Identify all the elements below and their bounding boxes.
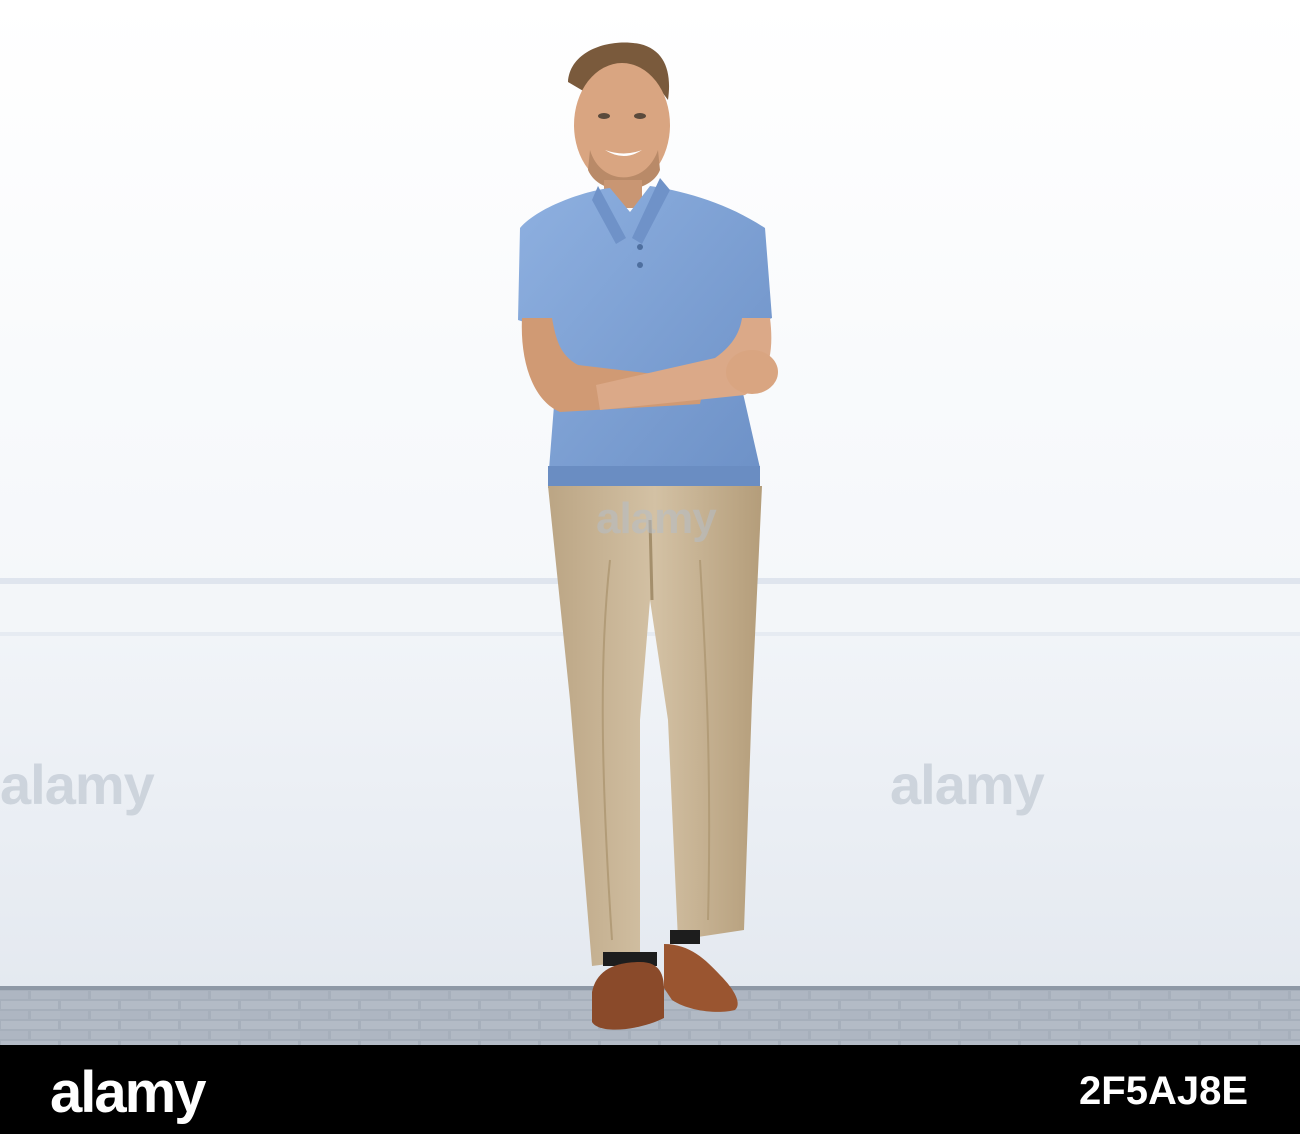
watermark-right: alamy bbox=[890, 753, 1045, 816]
watermark-center: alamy bbox=[596, 494, 717, 543]
image-id: 2F5AJ8E bbox=[1079, 1069, 1248, 1113]
footer-bar: alamy 2F5AJ8E bbox=[0, 1045, 1300, 1134]
photo: alamy alamy alamy bbox=[0, 0, 1300, 1045]
watermark-left: alamy bbox=[0, 753, 155, 816]
lower-wall bbox=[0, 636, 1300, 990]
footer-logo: alamy bbox=[50, 1060, 206, 1125]
